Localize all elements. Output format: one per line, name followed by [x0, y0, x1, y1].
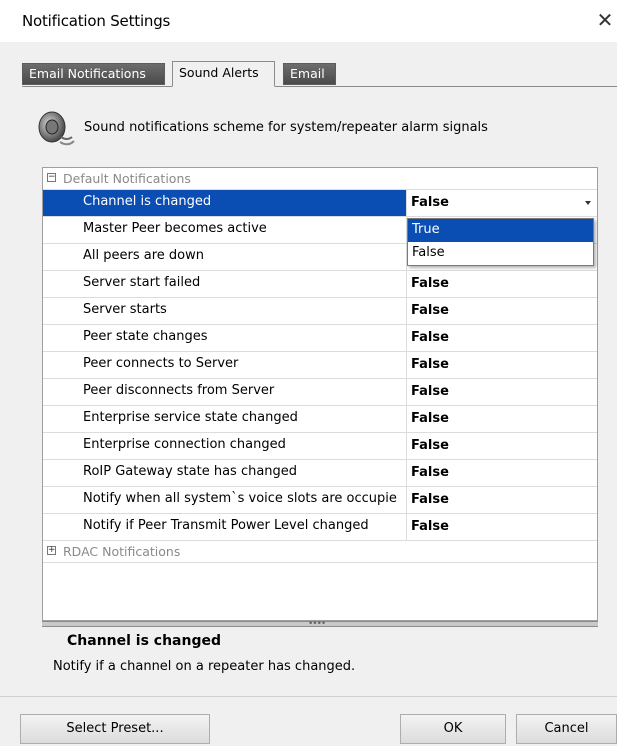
- row-value[interactable]: False: [406, 379, 597, 405]
- tab-sound-alerts[interactable]: Sound Alerts: [172, 61, 275, 87]
- table-row[interactable]: Notify if Peer Transmit Power Level chan…: [43, 514, 597, 541]
- window-title: Notification Settings: [22, 12, 171, 30]
- dropdown-option-false[interactable]: False: [408, 242, 593, 265]
- footer-divider: [0, 696, 617, 697]
- row-name: RoIP Gateway state has changed: [83, 464, 298, 479]
- table-row[interactable]: Peer state changes False: [43, 325, 597, 352]
- row-name: Server starts: [83, 302, 167, 317]
- row-value[interactable]: False: [406, 433, 597, 459]
- row-value[interactable]: False: [406, 406, 597, 432]
- row-name: All peers are down: [83, 248, 204, 263]
- expand-icon[interactable]: +: [47, 546, 56, 555]
- banner-text: Sound notifications scheme for system/re…: [84, 120, 488, 135]
- ok-button[interactable]: OK: [400, 714, 506, 744]
- description-title: Channel is changed: [67, 633, 222, 649]
- table-row[interactable]: Server start failed False: [43, 271, 597, 298]
- row-value[interactable]: False: [406, 352, 597, 378]
- value-dropdown-list[interactable]: True False: [407, 218, 594, 266]
- table-row[interactable]: Server starts False: [43, 298, 597, 325]
- close-icon[interactable]: ✕: [593, 10, 617, 32]
- category-label: Default Notifications: [63, 171, 191, 186]
- description-text: Notify if a channel on a repeater has ch…: [53, 659, 356, 674]
- row-name: Master Peer becomes active: [83, 221, 267, 236]
- title-bar: Notification Settings ✕: [0, 0, 617, 42]
- row-value[interactable]: False: [406, 460, 597, 486]
- row-name: Peer connects to Server: [83, 356, 239, 371]
- row-name: Channel is changed: [83, 194, 405, 209]
- row-name: Enterprise connection changed: [83, 437, 286, 452]
- row-value[interactable]: False: [406, 325, 597, 351]
- table-row[interactable]: Notify when all system`s voice slots are…: [43, 487, 597, 514]
- row-value-select[interactable]: False: [406, 190, 597, 216]
- row-name: Enterprise service state changed: [83, 410, 298, 425]
- category-row-default[interactable]: − Default Notifications: [43, 168, 597, 190]
- row-value[interactable]: False: [406, 298, 597, 324]
- row-value[interactable]: False: [406, 271, 597, 297]
- category-row-rdac[interactable]: + RDAC Notifications: [43, 541, 597, 563]
- table-row[interactable]: Channel is changed False: [43, 190, 597, 217]
- row-name: Notify when all system`s voice slots are…: [83, 491, 397, 506]
- table-row[interactable]: Enterprise connection changed False: [43, 433, 597, 460]
- table-row[interactable]: Enterprise service state changed False: [43, 406, 597, 433]
- tab-email-notifications[interactable]: Email Notifications: [22, 63, 165, 85]
- table-row[interactable]: Peer connects to Server False: [43, 352, 597, 379]
- tab-email[interactable]: Email: [283, 63, 336, 85]
- row-name: Peer disconnects from Server: [83, 383, 275, 398]
- select-preset-button[interactable]: Select Preset...: [20, 714, 210, 744]
- row-value[interactable]: False: [406, 514, 597, 540]
- table-row[interactable]: RoIP Gateway state has changed False: [43, 460, 597, 487]
- tab-divider: [22, 86, 617, 87]
- dropdown-option-true[interactable]: True: [408, 219, 593, 242]
- cancel-button[interactable]: Cancel: [516, 714, 617, 744]
- collapse-icon[interactable]: −: [47, 173, 56, 182]
- table-row[interactable]: Peer disconnects from Server False: [43, 379, 597, 406]
- splitter-handle[interactable]: ••••: [42, 619, 598, 629]
- row-name: Peer state changes: [83, 329, 208, 344]
- row-value[interactable]: False: [406, 487, 597, 513]
- grip-icon: ••••: [308, 619, 326, 629]
- chevron-down-icon[interactable]: [585, 201, 591, 205]
- speaker-icon: [34, 107, 76, 149]
- row-name: Server start failed: [83, 275, 201, 290]
- category-label: RDAC Notifications: [63, 544, 181, 559]
- row-name: Notify if Peer Transmit Power Level chan…: [83, 518, 369, 533]
